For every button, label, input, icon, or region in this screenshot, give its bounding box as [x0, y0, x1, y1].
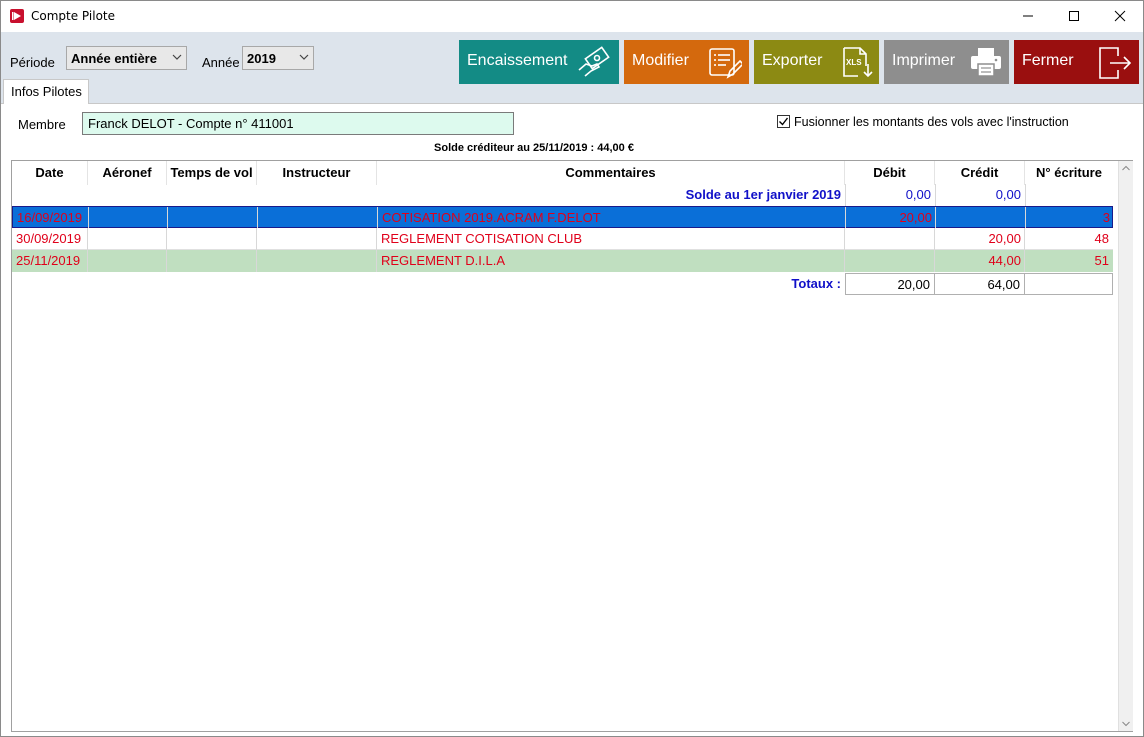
cell-instructeur	[258, 207, 378, 229]
fusion-label: Fusionner les montants des vols avec l'i…	[794, 115, 1069, 129]
header-date[interactable]: Date	[12, 161, 88, 185]
maximize-button[interactable]	[1051, 1, 1097, 31]
maximize-icon	[1069, 11, 1079, 21]
totals-ecriture	[1025, 273, 1113, 295]
fermer-label: Fermer	[1022, 52, 1074, 69]
cell-debit	[845, 250, 935, 272]
cell-temps	[167, 228, 257, 250]
cell-credit	[936, 207, 1026, 229]
cell-ecriture: 51	[1094, 253, 1109, 268]
cell-date: 16/09/2019	[17, 210, 83, 225]
xls-text: XLS	[846, 58, 862, 67]
header-debit[interactable]: Débit	[845, 161, 935, 185]
solde-summary: Solde créditeur au 25/11/2019 : 44,00 €	[434, 142, 634, 154]
title-bar: Compte Pilote	[1, 1, 1143, 32]
cell-instructeur	[257, 250, 377, 272]
header-temps-de-vol[interactable]: Temps de vol	[167, 161, 257, 185]
chevron-down-icon	[172, 54, 182, 60]
minimize-icon	[1023, 15, 1033, 17]
close-button[interactable]	[1097, 1, 1143, 31]
cell-date: 25/11/2019	[16, 253, 81, 268]
membre-label: Membre	[18, 117, 66, 132]
modifier-label: Modifier	[632, 52, 689, 69]
annee-label: Année	[202, 55, 240, 70]
cell-commentaire: REGLEMENT COTISATION CLUB	[381, 231, 583, 246]
table-row[interactable]: 25/11/2019 REGLEMENT D.I.L.A 44,00 51	[12, 250, 1113, 272]
totals-label: Totaux :	[791, 276, 841, 291]
table-row[interactable]: 30/09/2019 REGLEMENT COTISATION CLUB 20,…	[12, 228, 1113, 250]
encaissement-button[interactable]: Encaissement	[459, 40, 619, 84]
compte-pilote-window: Compte Pilote Période Année entière Anné…	[0, 0, 1144, 737]
annee-select[interactable]: 2019	[242, 46, 314, 70]
membre-field[interactable]: Franck DELOT - Compte n° 411001	[82, 112, 514, 135]
cash-payment-icon	[578, 46, 610, 77]
app-logo-icon	[10, 9, 24, 23]
ecritures-table: Date Aéronef Temps de vol Instructeur Co…	[11, 160, 1133, 732]
cell-ecriture: 3	[1102, 210, 1110, 225]
scroll-down-icon[interactable]	[1122, 721, 1130, 727]
cell-credit: 44,00	[988, 253, 1021, 268]
opening-balance-row: Solde au 1er janvier 2019 0,00 0,00	[12, 184, 1113, 206]
cell-commentaire: COTISATION 2019.ACRAM F.DELOT	[382, 210, 601, 225]
opening-debit: 0,00	[845, 184, 935, 206]
tab-label: Infos Pilotes	[11, 84, 82, 99]
header-credit[interactable]: Crédit	[935, 161, 1025, 185]
header-numero-ecriture[interactable]: N° écriture	[1025, 161, 1113, 185]
fermer-button[interactable]: Fermer	[1014, 40, 1139, 84]
cell-aeronef	[89, 207, 168, 229]
encaissement-label: Encaissement	[467, 52, 568, 69]
cell-temps	[168, 207, 258, 229]
opening-label: Solde au 1er janvier 2019	[685, 187, 841, 202]
totals-credit: 64,00	[935, 273, 1025, 295]
header-instructeur[interactable]: Instructeur	[257, 161, 377, 185]
opening-credit: 0,00	[935, 184, 1025, 206]
xls-file-icon: XLS	[843, 47, 873, 78]
opening-ecriture	[1025, 184, 1113, 206]
totals-debit: 20,00	[845, 273, 935, 295]
window-title: Compte Pilote	[31, 9, 115, 23]
exit-icon	[1099, 47, 1132, 79]
fusion-checkbox[interactable]	[777, 115, 790, 128]
cell-aeronef	[88, 228, 167, 250]
vertical-scrollbar[interactable]	[1118, 161, 1133, 731]
edit-document-icon	[709, 48, 742, 79]
cell-ecriture: 48	[1094, 231, 1109, 246]
exporter-label: Exporter	[762, 52, 823, 69]
minimize-button[interactable]	[1005, 1, 1051, 31]
modifier-button[interactable]: Modifier	[624, 40, 749, 84]
annee-value: 2019	[247, 51, 276, 66]
periode-value: Année entière	[71, 51, 157, 66]
imprimer-label: Imprimer	[892, 52, 956, 69]
cell-debit	[845, 228, 935, 250]
periode-label: Période	[10, 55, 55, 70]
cell-debit: 20,00	[899, 210, 932, 225]
printer-icon	[971, 48, 1001, 77]
totals-row: Totaux : 20,00 64,00	[12, 273, 1113, 295]
scroll-up-icon[interactable]	[1122, 165, 1130, 171]
imprimer-button[interactable]: Imprimer	[884, 40, 1009, 84]
cell-commentaire: REGLEMENT D.I.L.A	[381, 253, 506, 268]
cell-date: 30/09/2019	[16, 231, 82, 246]
exporter-button[interactable]: Exporter XLS	[754, 40, 879, 84]
cell-aeronef	[88, 250, 167, 272]
membre-value: Franck DELOT - Compte n° 411001	[88, 116, 294, 131]
close-icon	[1114, 10, 1126, 22]
cell-temps	[167, 250, 257, 272]
tab-infos-pilotes[interactable]: Infos Pilotes	[3, 79, 89, 104]
checkmark-icon	[779, 117, 789, 126]
cell-credit: 20,00	[988, 231, 1021, 246]
table-row[interactable]: 16/09/2019 COTISATION 2019.ACRAM F.DELOT…	[12, 206, 1113, 229]
header-commentaires[interactable]: Commentaires	[377, 161, 845, 185]
header-aeronef[interactable]: Aéronef	[88, 161, 167, 185]
periode-select[interactable]: Année entière	[66, 46, 187, 70]
cell-instructeur	[257, 228, 377, 250]
chevron-down-icon	[299, 54, 309, 60]
